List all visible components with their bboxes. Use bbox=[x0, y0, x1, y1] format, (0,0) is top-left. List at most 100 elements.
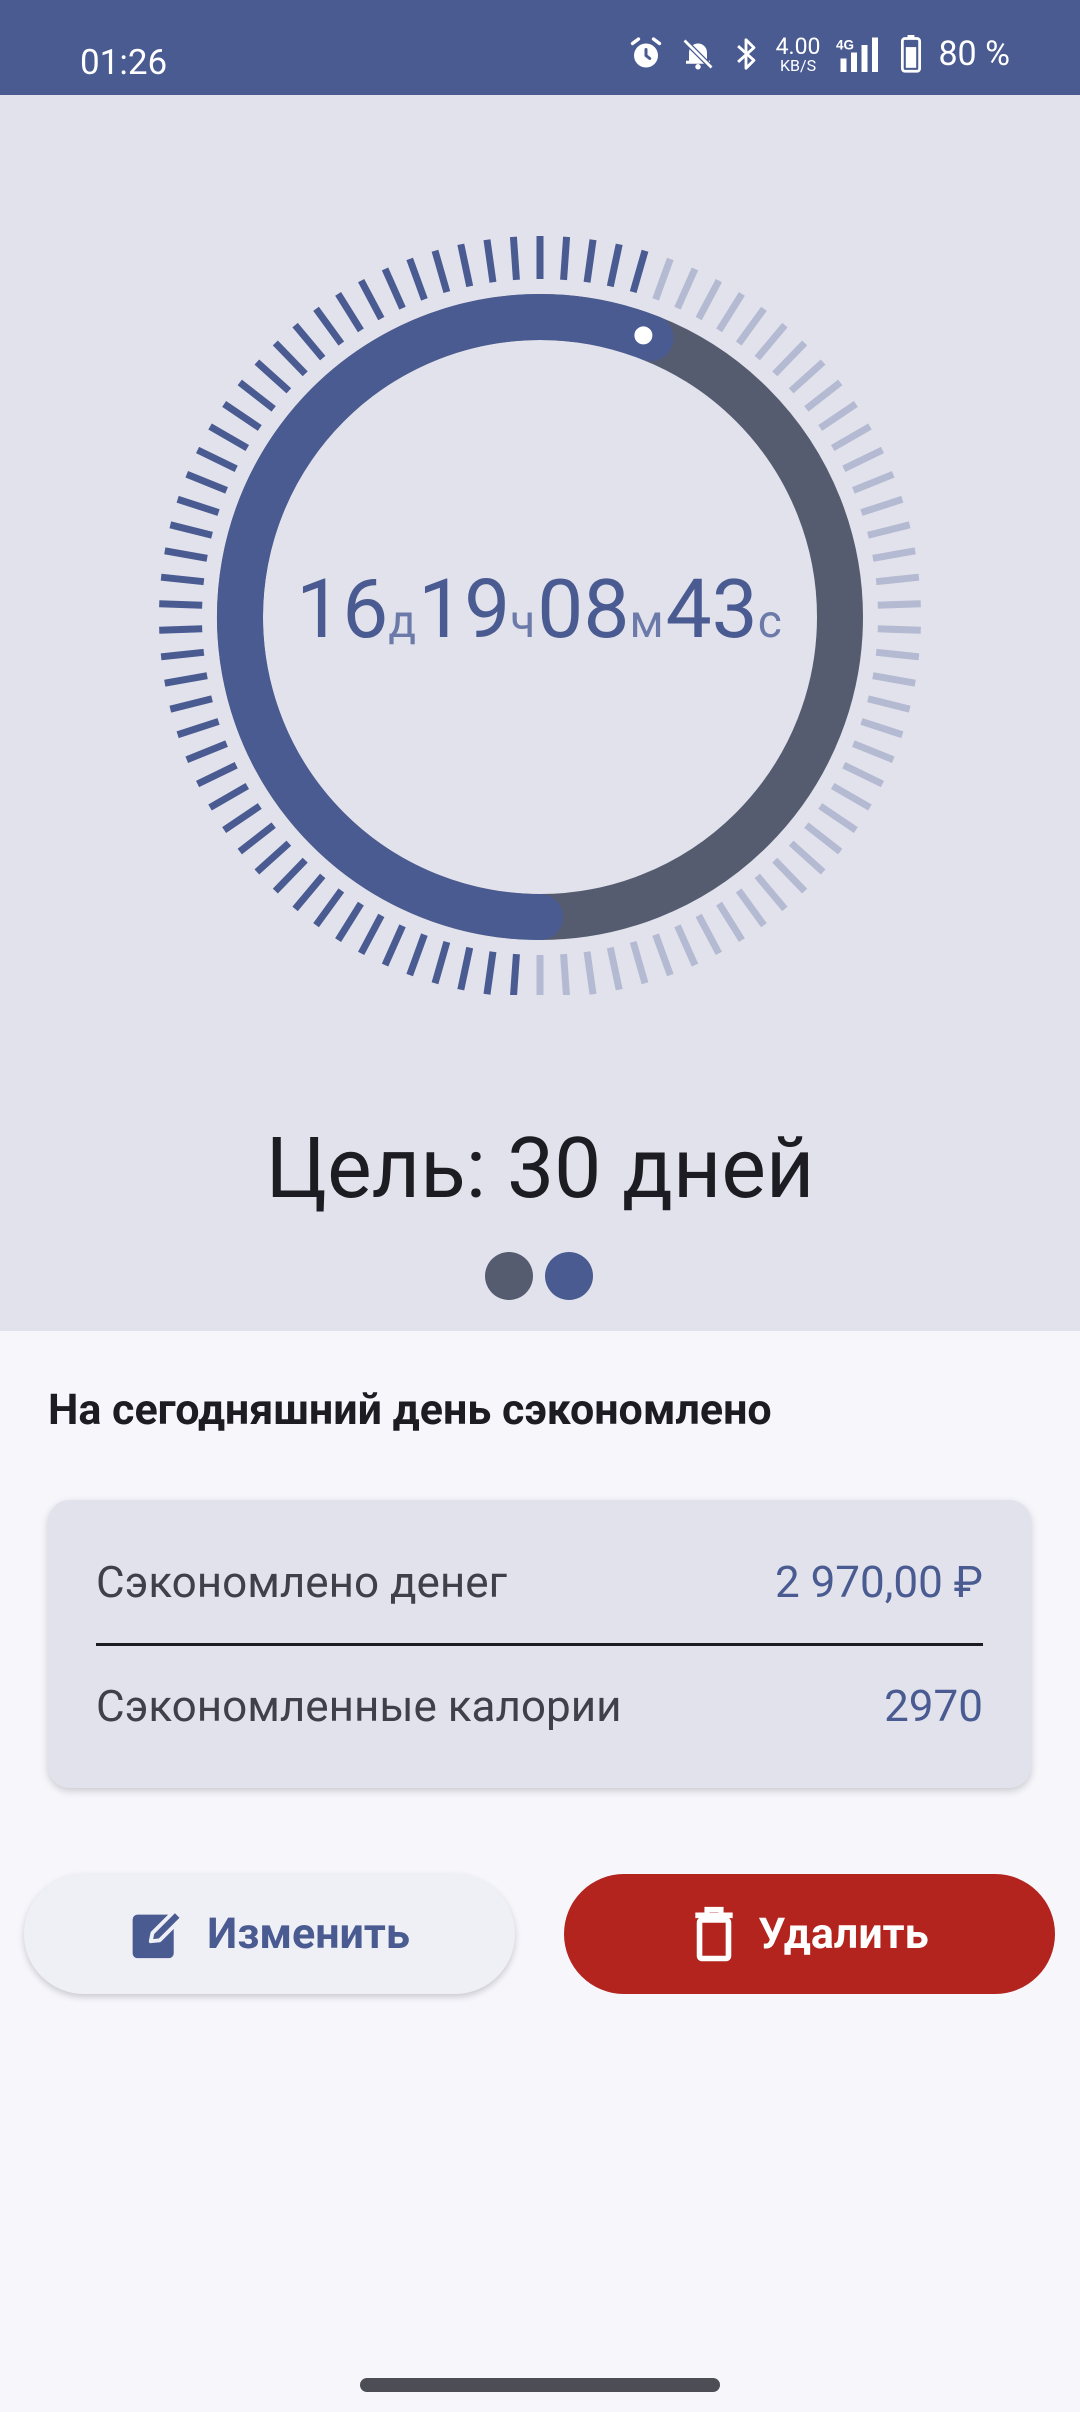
dial-tick bbox=[830, 782, 872, 811]
dial-tick bbox=[381, 267, 406, 310]
progress-knob bbox=[634, 326, 653, 345]
dial-tick bbox=[272, 857, 308, 894]
dial-tick bbox=[358, 278, 385, 321]
battery-icon bbox=[901, 35, 922, 73]
dial-tick bbox=[406, 257, 428, 301]
dial-tick bbox=[674, 924, 699, 967]
goal-label: Цель: 30 дней bbox=[265, 1119, 815, 1218]
dial-tick bbox=[208, 782, 250, 811]
dial-tick bbox=[867, 695, 911, 713]
delete-button[interactable]: Удалить bbox=[564, 1874, 1055, 1994]
dial-tick bbox=[583, 951, 597, 995]
timer-minutes-unit: м bbox=[629, 595, 664, 649]
dial-tick bbox=[606, 946, 623, 991]
timer-days-unit: д bbox=[388, 595, 417, 649]
timer-seconds-unit: с bbox=[757, 595, 782, 649]
calories-label: Сэкономленные калории bbox=[96, 1680, 622, 1732]
money-label: Сэкономлено денег bbox=[96, 1556, 508, 1608]
trash-icon bbox=[695, 1906, 734, 1962]
signal-icon: 4G bbox=[836, 37, 879, 72]
dial-tick bbox=[852, 471, 895, 494]
dial-tick bbox=[560, 236, 571, 281]
dial-tick bbox=[652, 933, 674, 977]
savings-card: Сэкономлено денег 2 970,00 ₽ Сэкономленн… bbox=[48, 1500, 1031, 1788]
battery-percent: 80 % bbox=[938, 34, 1010, 74]
dial-tick bbox=[788, 840, 826, 875]
page-dot-1[interactable] bbox=[485, 1252, 533, 1300]
edit-button[interactable]: Изменить bbox=[24, 1874, 515, 1994]
dial-tick bbox=[313, 306, 345, 346]
timer-panel[interactable]: 16д19ч08м43с Цель: 30 дней bbox=[0, 95, 1080, 1331]
edit-button-label: Изменить bbox=[207, 1909, 410, 1959]
dial-tick bbox=[842, 446, 884, 472]
dial-tick bbox=[818, 803, 858, 833]
dial-tick bbox=[196, 446, 238, 472]
delete-button-label: Удалить bbox=[758, 1909, 929, 1959]
dial-tick bbox=[335, 292, 364, 333]
dial-tick bbox=[292, 873, 326, 912]
dial-tick bbox=[509, 236, 520, 281]
dial-tick bbox=[872, 547, 916, 562]
timer-hours: 19 bbox=[418, 562, 511, 658]
dial-tick bbox=[652, 257, 674, 301]
dial-tick bbox=[788, 359, 826, 394]
dial-tick bbox=[335, 901, 364, 942]
timer-minutes: 08 bbox=[537, 562, 630, 658]
dial-tick bbox=[674, 267, 699, 310]
bluetooth-icon bbox=[736, 38, 755, 70]
dial-tick bbox=[406, 933, 428, 977]
money-value: 2 970,00 ₽ bbox=[774, 1556, 983, 1608]
dial-tick bbox=[606, 243, 623, 288]
dial-tick bbox=[583, 239, 597, 283]
timer-days: 16 bbox=[296, 562, 389, 658]
dial-tick bbox=[222, 803, 262, 833]
dial-tick bbox=[842, 762, 884, 788]
dial-tick bbox=[254, 359, 292, 394]
page-indicator bbox=[485, 1252, 593, 1300]
dial-tick bbox=[483, 239, 497, 283]
progress-dial bbox=[159, 236, 921, 995]
dial-tick bbox=[629, 940, 649, 985]
svg-text:4G: 4G bbox=[836, 38, 854, 53]
dial-tick bbox=[185, 471, 228, 494]
home-indicator[interactable] bbox=[360, 2378, 720, 2392]
dial-tick bbox=[860, 718, 904, 739]
dial-tick bbox=[313, 888, 345, 928]
dial-tick bbox=[804, 822, 843, 855]
timer-seconds: 43 bbox=[665, 562, 758, 658]
dial-tick bbox=[754, 873, 788, 912]
dial-tick bbox=[196, 762, 238, 788]
money-row: Сэкономлено денег 2 970,00 ₽ bbox=[96, 1556, 983, 1608]
bell-off-icon bbox=[682, 38, 713, 70]
dial-tick bbox=[431, 940, 451, 985]
dial-tick bbox=[254, 840, 292, 875]
dial-tick bbox=[716, 292, 745, 333]
status-bar: 01:26 4.00 KB/S 4G 80 % bbox=[0, 0, 1080, 95]
dial-tick bbox=[510, 953, 520, 995]
dial-tick bbox=[457, 243, 474, 288]
dial-tick bbox=[272, 340, 308, 377]
dial-tick bbox=[169, 695, 213, 713]
dial-tick bbox=[716, 901, 745, 942]
dial-tick bbox=[431, 249, 451, 294]
dial-tick bbox=[735, 306, 767, 346]
dial-tick bbox=[381, 924, 406, 967]
status-time: 01:26 bbox=[80, 42, 168, 83]
dial-tick bbox=[560, 953, 570, 995]
alarm-icon bbox=[630, 37, 661, 68]
dial-tick bbox=[237, 379, 276, 412]
savings-title: На сегодняшний день сэкономлено bbox=[48, 1385, 772, 1435]
dial-tick bbox=[176, 718, 220, 739]
calories-value: 2970 bbox=[884, 1680, 983, 1732]
dial-tick bbox=[772, 857, 808, 894]
dial-tick bbox=[483, 951, 497, 995]
dial-tick bbox=[164, 672, 208, 687]
page-dot-2[interactable] bbox=[545, 1252, 593, 1300]
elapsed-timer: 16д19ч08м43с bbox=[0, 562, 1080, 658]
net-speed: 4.00 KB/S bbox=[775, 32, 821, 75]
dial-tick bbox=[860, 495, 904, 516]
dial-tick bbox=[867, 521, 911, 539]
timer-hours-unit: ч bbox=[510, 595, 536, 649]
dial-tick bbox=[237, 822, 276, 855]
dial-tick bbox=[629, 249, 649, 294]
